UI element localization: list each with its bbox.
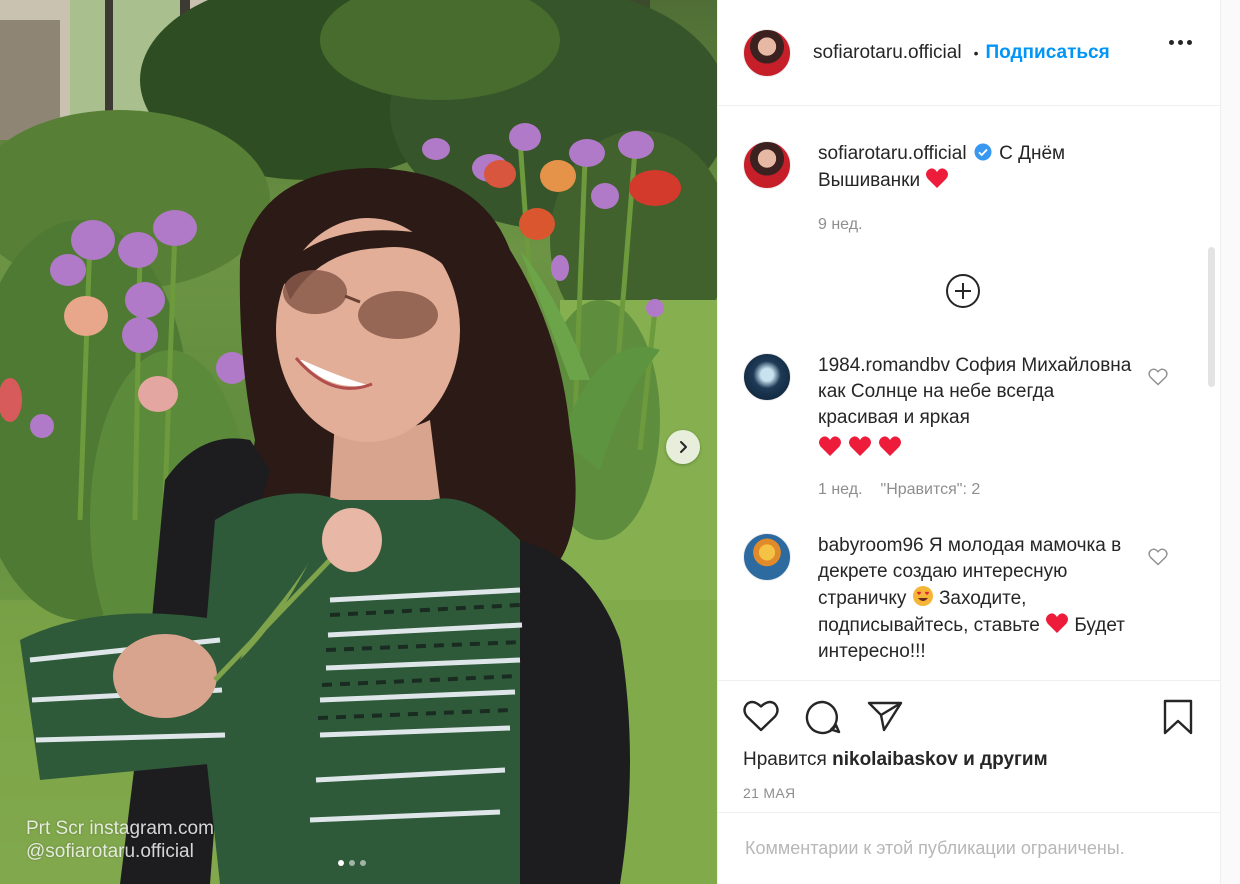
comment-like-heart-icon[interactable] bbox=[1148, 548, 1168, 566]
paper-plane-icon bbox=[867, 701, 903, 732]
caption-body: sofiarotaru.official С Днём Вышиванки 9 … bbox=[818, 141, 1138, 238]
follow-button[interactable]: Подписаться bbox=[985, 42, 1109, 64]
comment-username[interactable]: babyroom96 bbox=[818, 535, 924, 556]
carousel-next-button[interactable] bbox=[666, 430, 700, 464]
watermark-line2: @sofiarotaru.official bbox=[26, 841, 194, 862]
share-button[interactable] bbox=[866, 699, 904, 740]
avatar[interactable] bbox=[743, 533, 791, 581]
like-button[interactable] bbox=[742, 699, 780, 740]
comments-list[interactable]: sofiarotaru.official С Днём Вышиванки 9 … bbox=[718, 107, 1220, 679]
carousel-indicator bbox=[338, 860, 366, 866]
comments-disabled-text: Комментарии к этой публикации ограничены… bbox=[745, 838, 1125, 858]
carousel-dot bbox=[349, 860, 355, 866]
likes-prefix: Нравится bbox=[743, 749, 827, 770]
heart-icon bbox=[743, 700, 779, 732]
header-separator: • bbox=[973, 44, 979, 61]
avatar[interactable] bbox=[743, 353, 791, 401]
red-heart-icon bbox=[819, 436, 841, 456]
window-edge bbox=[1220, 0, 1240, 884]
likes-summary: Нравится nikolaibaskov и другим bbox=[743, 749, 1048, 771]
heart-eyes-emoji-icon bbox=[912, 586, 933, 606]
caption-meta: 9 нед. bbox=[818, 212, 1138, 238]
verified-badge-icon bbox=[974, 143, 992, 161]
likes-others-link[interactable]: и другим bbox=[963, 749, 1048, 770]
post-photo[interactable]: Prt Scr instagram.com @sofiarotaru.offic… bbox=[0, 0, 717, 884]
comment-time[interactable]: 1 нед. bbox=[818, 477, 863, 503]
caption-time[interactable]: 9 нед. bbox=[818, 212, 863, 238]
post-sidebar: sofiarotaru.official • Подписаться sofia… bbox=[717, 0, 1220, 884]
comment-likes[interactable]: "Нравится": 2 bbox=[881, 477, 981, 503]
caption-username[interactable]: sofiarotaru.official bbox=[818, 143, 967, 164]
header-username[interactable]: sofiarotaru.official bbox=[813, 42, 962, 64]
action-icons bbox=[742, 699, 904, 740]
comment-icon bbox=[805, 700, 841, 735]
red-heart-icon bbox=[879, 436, 901, 456]
red-heart-icon bbox=[1046, 613, 1069, 633]
load-more-comments-button[interactable] bbox=[945, 273, 981, 314]
watermark: Prt Scr instagram.com @sofiarotaru.offic… bbox=[26, 817, 214, 863]
carousel-dot bbox=[360, 860, 366, 866]
comment-hearts bbox=[818, 435, 1138, 457]
bookmark-icon bbox=[1163, 699, 1193, 735]
comment-username[interactable]: 1984.romandbv bbox=[818, 355, 950, 376]
post-date[interactable]: 21 МАЯ bbox=[743, 785, 795, 801]
chevron-right-icon bbox=[680, 441, 687, 453]
avatar[interactable] bbox=[743, 141, 791, 189]
comment-button[interactable] bbox=[804, 699, 842, 740]
caption: sofiarotaru.official С Днём Вышиванки 9 … bbox=[743, 141, 1138, 238]
photo-scene bbox=[0, 0, 717, 884]
likes-user-link[interactable]: nikolaibaskov bbox=[832, 749, 958, 770]
post-actions: Нравится nikolaibaskov и другим 21 МАЯ bbox=[718, 680, 1220, 812]
scrollbar-thumb[interactable] bbox=[1208, 247, 1215, 387]
save-button[interactable] bbox=[1162, 699, 1194, 740]
plus-circle-icon bbox=[946, 274, 980, 308]
comment-item: babyroom96 Я молодая мамочка в декрете с… bbox=[743, 533, 1138, 665]
red-heart-icon bbox=[926, 168, 949, 188]
comment-body: 1984.romandbv София Михайловна как Солнц… bbox=[818, 353, 1138, 503]
comments-disabled-notice: Комментарии к этой публикации ограничены… bbox=[718, 812, 1220, 884]
more-options-icon[interactable] bbox=[1169, 40, 1192, 45]
watermark-line1: Prt Scr instagram.com bbox=[26, 818, 214, 839]
comment-item: 1984.romandbv София Михайловна как Солнц… bbox=[743, 353, 1138, 503]
red-heart-icon bbox=[849, 436, 871, 456]
post-header: sofiarotaru.official • Подписаться bbox=[718, 0, 1220, 106]
avatar[interactable] bbox=[743, 28, 791, 77]
comment-meta: 1 нед. "Нравится": 2 bbox=[818, 477, 1138, 503]
carousel-dot bbox=[338, 860, 344, 866]
comment-body: babyroom96 Я молодая мамочка в декрете с… bbox=[818, 533, 1138, 665]
comment-like-heart-icon[interactable] bbox=[1148, 368, 1168, 386]
